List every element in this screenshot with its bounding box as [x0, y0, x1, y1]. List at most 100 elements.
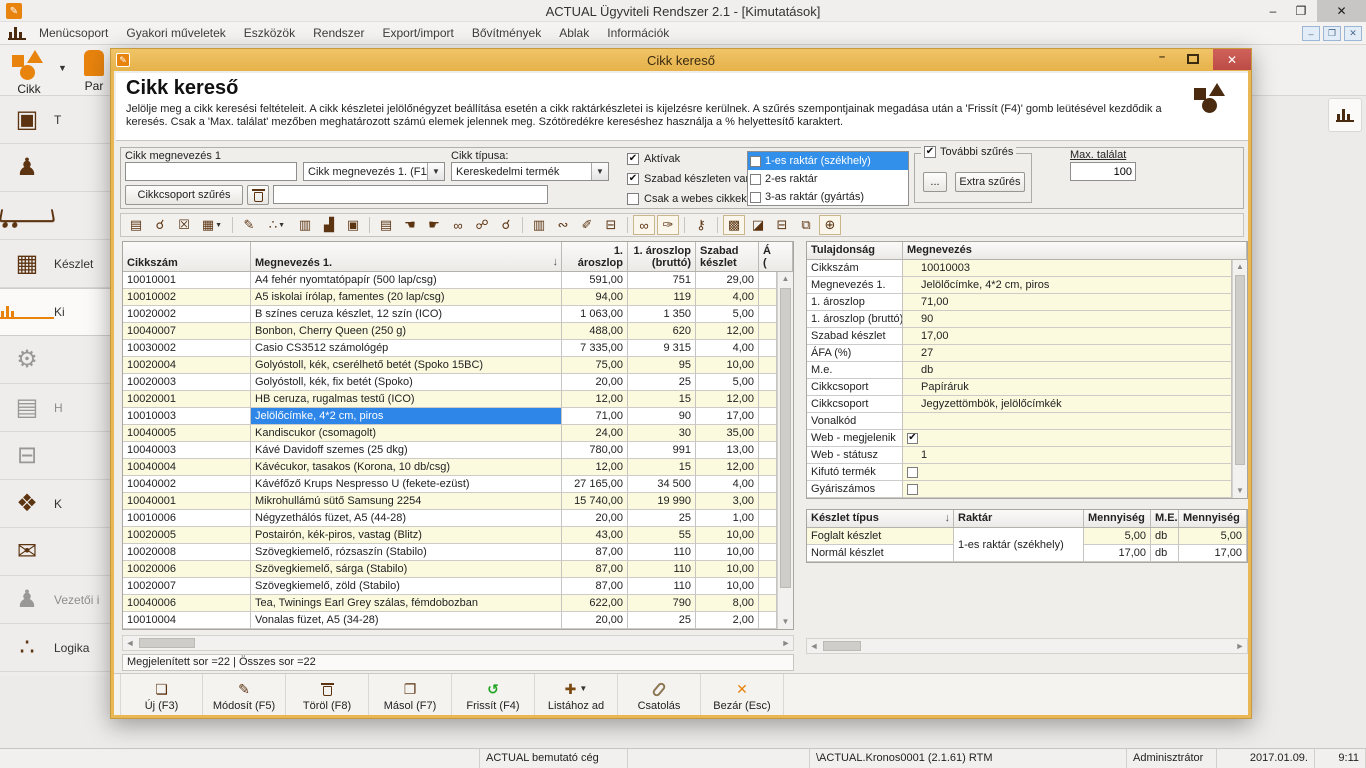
scroll-left-icon[interactable]: ◄: [123, 636, 137, 650]
dialog-minimize-button[interactable]: –: [1151, 51, 1173, 63]
delete-button[interactable]: ▼ Töröl (F8): [286, 674, 369, 715]
toolbar-icon[interactable]: ▼: [714, 215, 721, 235]
type-filter-combo[interactable]: Kereskedelmi termék ▼: [451, 162, 609, 181]
menu-item[interactable]: Export/import: [373, 26, 462, 40]
menu-item[interactable]: Eszközök: [235, 26, 304, 40]
ribbon-item-partner[interactable]: Par: [84, 50, 104, 93]
warehouse-item[interactable]: 2-es raktár: [748, 170, 908, 188]
column-header[interactable]: Mennyiség: [1084, 510, 1151, 527]
detail-row[interactable]: Cikkcsoport Papíráruk: [807, 379, 1232, 396]
Tea, Twinings Earl Grey szálas, fémdobozban[interactable]: 10040006 Tea, Twinings Earl Grey szálas,…: [123, 595, 777, 612]
more-filter-checkbox[interactable]: További szűrés: [921, 146, 1016, 158]
scroll-right-icon[interactable]: ►: [779, 636, 793, 650]
detail-row[interactable]: Szabad készlet 17,00: [807, 328, 1232, 345]
checkbox-icon[interactable]: [750, 156, 761, 167]
Jelölőcímke, 4*2 cm, piros[interactable]: 10010003 Jelölőcímke, 4*2 cm, piros 71,0…: [123, 408, 777, 425]
checkbox-icon[interactable]: [907, 433, 918, 444]
vault-icon[interactable]: ▣ T: [0, 96, 111, 144]
detail-row[interactable]: Web - státusz 1: [807, 447, 1232, 464]
detail-row[interactable]: Kifutó termék: [807, 464, 1232, 481]
mdi-minimize-button[interactable]: –: [1302, 26, 1320, 41]
Kávé Davidoff szemes (25 dkg)[interactable]: 10040003 Kávé Davidoff szemes (25 dkg) 7…: [123, 442, 777, 459]
dialog-close-button[interactable]: ✕: [1213, 49, 1251, 70]
scrollbar-thumb[interactable]: [139, 638, 195, 648]
menu-item[interactable]: Ablak: [550, 26, 598, 40]
image-icon[interactable]: ◪ ▼: [747, 215, 769, 235]
checkbox-icon[interactable]: [750, 174, 761, 185]
Négyzethálós füzet, A5 (44-28)[interactable]: 10010006 Négyzethálós füzet, A5 (44-28) …: [123, 510, 777, 527]
edit-doc-icon[interactable]: ✎ ▼: [238, 215, 260, 235]
Szövegkiemelő, rózsaszín (Stabilo)[interactable]: 10020008 Szövegkiemelő, rózsaszín (Stabi…: [123, 544, 777, 561]
column-header[interactable]: Cikkszám: [123, 242, 251, 271]
menu-item[interactable]: Információk: [598, 26, 678, 40]
scrollbar-thumb[interactable]: [823, 641, 861, 651]
column-header[interactable]: Megnevezés 1.↓: [251, 242, 562, 271]
trash-button[interactable]: [247, 185, 269, 205]
filter-checkbox[interactable]: Aktívak: [627, 152, 752, 166]
vertical-scrollbar[interactable]: ▲ ▼: [1232, 260, 1247, 498]
person-icon[interactable]: ♟ Vezetői i: [0, 576, 111, 624]
Casio CS3512 számológép[interactable]: 10030002 Casio CS3512 számológép 7 335,0…: [123, 340, 777, 357]
scroll-left-icon[interactable]: ◄: [807, 639, 821, 653]
chevron-down-icon[interactable]: ▼: [427, 163, 444, 180]
warehouse-item[interactable]: 3-as raktár (gyártás): [748, 188, 908, 206]
detail-row[interactable]: Cikkszám 10010003: [807, 260, 1232, 277]
Golyóstoll, kék, fix betét (Spoko)[interactable]: 10020003 Golyóstoll, kék, fix betét (Spo…: [123, 374, 777, 391]
column-header[interactable]: Készlet típus↓: [807, 510, 954, 527]
idcard-icon[interactable]: ▤ ▼: [125, 215, 147, 235]
detail-row[interactable]: Gyáriszámos: [807, 481, 1232, 498]
orgchart-icon[interactable]: ∴ Logika: [0, 624, 111, 672]
scrollbar-thumb[interactable]: [780, 288, 791, 588]
toolbar-icon[interactable]: ▼: [519, 215, 526, 235]
globe-icon[interactable]: ⊕ ▼: [819, 215, 841, 235]
scroll-up-icon[interactable]: ▲: [1233, 260, 1247, 274]
checkbox-icon[interactable]: [907, 467, 918, 478]
filter-checkbox[interactable]: Csak a webes cikkek: [627, 192, 752, 206]
ribbon-item-cikk[interactable]: Cikk: [12, 50, 46, 96]
courier-icon[interactable]: ♟: [0, 144, 111, 192]
scroll-down-icon[interactable]: ▼: [1233, 484, 1247, 498]
dialog-titlebar[interactable]: ✎ Cikk kereső – ✕: [111, 49, 1251, 71]
copies-icon[interactable]: ⧉ ▼: [795, 215, 817, 235]
Golyóstoll, kék, cserélhető betét (Spoko 15BC)[interactable]: 10020004 Golyóstoll, kék, cserélhető bet…: [123, 357, 777, 374]
toolbar-icon[interactable]: ▼: [624, 215, 631, 235]
binoculars-icon[interactable]: ∞ ▼: [633, 215, 655, 235]
B színes ceruza készlet, 12 szín (ICO)[interactable]: 10020002 B színes ceruza készlet, 12 szí…: [123, 306, 777, 323]
envelope-icon[interactable]: ✉: [0, 528, 111, 576]
field-selector-combo[interactable]: Cikk megnevezés 1. (F11) ▼: [303, 162, 445, 181]
dots-button[interactable]: ...: [923, 172, 947, 192]
add-to-list-button[interactable]: ✚▼ Listához ad: [535, 674, 618, 715]
checkbox-icon[interactable]: [750, 192, 761, 203]
money-icon[interactable]: ⊟: [0, 432, 111, 480]
detail-row[interactable]: Megnevezés 1. Jelölőcímke, 4*2 cm, piros: [807, 277, 1232, 294]
name-filter-input[interactable]: [125, 162, 297, 181]
column-header[interactable]: Tulajdonság: [807, 242, 903, 259]
Bonbon, Cherry Queen (250 g)[interactable]: 10040007 Bonbon, Cherry Queen (250 g) 48…: [123, 323, 777, 340]
horizontal-scrollbar[interactable]: ◄ ►: [806, 638, 1248, 654]
chevron-down-icon[interactable]: ▼: [591, 163, 608, 180]
A5 iskolai írólap, famentes (20 lap/csg)[interactable]: 10010002 A5 iskolai írólap, famentes (20…: [123, 289, 777, 306]
column-header[interactable]: Megnevezés: [903, 242, 1247, 259]
network-icon[interactable]: ☍ ▼: [471, 215, 493, 235]
refresh-button[interactable]: ↺▼ Frissít (F4): [452, 674, 535, 715]
modify-button[interactable]: ✎▼ Módosít (F5): [203, 674, 286, 715]
key-icon[interactable]: ⚷ ▼: [690, 215, 712, 235]
cikkcsoport-filter-input[interactable]: [273, 185, 548, 204]
window-minimize-button[interactable]: –: [1260, 0, 1286, 22]
copy-button[interactable]: ❐▼ Másol (F7): [369, 674, 452, 715]
search-icon[interactable]: ☌ ▼: [495, 215, 517, 235]
detail-row[interactable]: M.e. db: [807, 362, 1232, 379]
column-header[interactable]: Mennyiség: [1179, 510, 1247, 527]
toolbar-icon[interactable]: ▼: [366, 215, 373, 235]
checkbox-icon[interactable]: [627, 153, 639, 165]
hand-left-icon[interactable]: ☚ ▼: [399, 215, 421, 235]
grid-icon[interactable]: ▩ ▼: [723, 215, 745, 235]
scroll-up-icon[interactable]: ▲: [778, 272, 793, 286]
attach-button[interactable]: ▼ Csatolás: [618, 674, 701, 715]
checkbox-icon[interactable]: [627, 193, 639, 205]
column-header[interactable]: Á (: [759, 242, 793, 271]
scroll-right-icon[interactable]: ►: [1233, 639, 1247, 653]
max-results-input[interactable]: [1070, 162, 1136, 181]
column-header[interactable]: 1. ároszlop: [562, 242, 628, 271]
detail-row[interactable]: Cikkcsoport Jegyzettömbök, jelölőcímkék: [807, 396, 1232, 413]
